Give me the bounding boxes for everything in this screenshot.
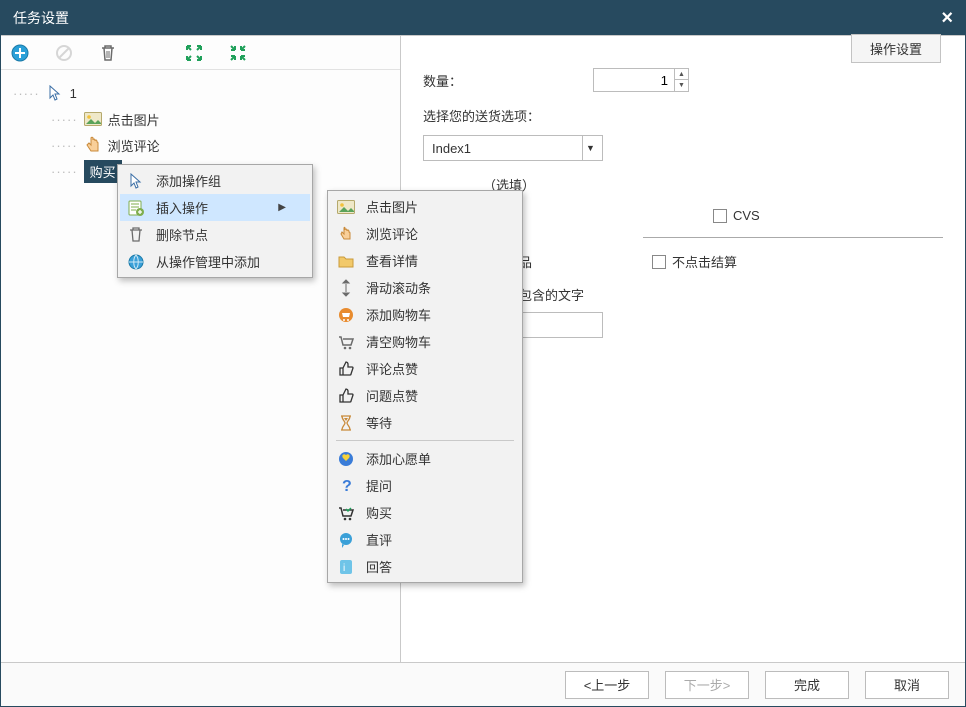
row-ship-label: 选择您的送货选项： bbox=[423, 106, 943, 125]
ctx-add-from-manager[interactable]: 从操作管理中添加 bbox=[120, 248, 310, 275]
dialog-title: 任务设置 bbox=[13, 8, 69, 28]
tree-toolbar bbox=[1, 36, 400, 70]
insert-submenu: 点击图片 浏览评论 查看详情 滑动滚动条 bbox=[327, 190, 523, 583]
cancel-button[interactable]: 取消 bbox=[865, 671, 949, 699]
wishlist-icon bbox=[336, 449, 356, 469]
close-icon[interactable]: × bbox=[941, 7, 953, 30]
ctx-delete-node[interactable]: 删除节点 bbox=[120, 221, 310, 248]
settings-tab[interactable]: 操作设置 bbox=[851, 34, 941, 63]
ship-value: Index1 bbox=[432, 141, 471, 156]
globe-icon bbox=[126, 252, 146, 272]
hand-icon bbox=[84, 136, 102, 154]
qty-label: 数量： bbox=[423, 71, 583, 90]
row-qty: 数量： ▲ ▼ bbox=[423, 68, 943, 92]
dialog-footer: <上一步 下一步> 完成 取消 bbox=[1, 662, 965, 706]
cursor-icon bbox=[126, 171, 146, 191]
left-pane: ····· 1 ····· 点击图片 ····· bbox=[1, 36, 401, 662]
forbid-icon bbox=[55, 44, 73, 62]
checkbox-icon bbox=[713, 209, 727, 223]
forbid-button bbox=[53, 42, 75, 64]
cart-icon bbox=[336, 332, 356, 352]
op-view-reviews[interactable]: 浏览评论 bbox=[330, 220, 520, 247]
op-add-cart[interactable]: 添加购物车 bbox=[330, 301, 520, 328]
add-button[interactable] bbox=[9, 42, 31, 64]
task-settings-dialog: 任务设置 × bbox=[0, 0, 966, 707]
scroll-icon bbox=[336, 278, 356, 298]
hand-icon bbox=[336, 224, 356, 244]
tree-item-view-reviews[interactable]: ····· 浏览评论 bbox=[9, 132, 392, 158]
op-buy[interactable]: 购买 bbox=[330, 499, 520, 526]
thumb-up-icon bbox=[336, 359, 356, 379]
qty-input[interactable] bbox=[594, 69, 674, 91]
op-add-wishlist[interactable]: 添加心愿单 bbox=[330, 445, 520, 472]
cvs-checkbox[interactable]: CVS bbox=[713, 208, 760, 223]
no-checkout-checkbox[interactable]: 不点击结算 bbox=[652, 252, 737, 271]
chevron-down-icon: ▼ bbox=[582, 136, 598, 160]
doc-plus-icon bbox=[126, 198, 146, 218]
thumb-up-icon bbox=[336, 386, 356, 406]
op-direct-review[interactable]: 直评 bbox=[330, 526, 520, 553]
spin-down-icon[interactable]: ▼ bbox=[675, 80, 688, 91]
dialog-body: ····· 1 ····· 点击图片 ····· bbox=[1, 35, 965, 662]
context-menu: 添加操作组 插入操作 ▶ 删除节点 从操作管理中添加 bbox=[117, 164, 313, 278]
action-tree: ····· 1 ····· 点击图片 ····· bbox=[1, 70, 400, 662]
chat-icon bbox=[336, 530, 356, 550]
spin-up-icon[interactable]: ▲ bbox=[675, 69, 688, 80]
next-button: 下一步> bbox=[665, 671, 749, 699]
ctx-add-group[interactable]: 添加操作组 bbox=[120, 167, 310, 194]
trash-icon bbox=[126, 225, 146, 245]
op-click-image[interactable]: 点击图片 bbox=[330, 193, 520, 220]
picture-icon bbox=[84, 110, 102, 128]
ctx-insert-op[interactable]: 插入操作 ▶ bbox=[120, 194, 310, 221]
cursor-icon bbox=[46, 84, 64, 102]
collapse-button[interactable] bbox=[227, 42, 249, 64]
tree-root[interactable]: ····· 1 bbox=[9, 80, 392, 106]
separator bbox=[643, 237, 943, 238]
cart-buy-icon bbox=[336, 503, 356, 523]
op-like-question[interactable]: 问题点赞 bbox=[330, 382, 520, 409]
expand-button[interactable] bbox=[183, 42, 205, 64]
ship-select[interactable]: Index1 ▼ bbox=[423, 135, 603, 161]
row-ship-select: Index1 ▼ bbox=[423, 135, 943, 161]
done-button[interactable]: 完成 bbox=[765, 671, 849, 699]
plus-circle-icon bbox=[11, 44, 29, 62]
op-view-detail[interactable]: 查看详情 bbox=[330, 247, 520, 274]
op-clear-cart[interactable]: 清空购物车 bbox=[330, 328, 520, 355]
picture-icon bbox=[336, 197, 356, 217]
titlebar: 任务设置 × bbox=[1, 1, 965, 35]
answer-icon: i bbox=[336, 557, 356, 577]
tree-item-click-image[interactable]: ····· 点击图片 bbox=[9, 106, 392, 132]
chevron-right-icon: ▶ bbox=[278, 202, 286, 213]
trash-icon bbox=[100, 44, 116, 62]
cart-add-icon bbox=[336, 305, 356, 325]
checkbox-icon bbox=[652, 255, 666, 269]
op-wait[interactable]: 等待 bbox=[330, 409, 520, 436]
expand-icon bbox=[185, 44, 203, 62]
question-icon: ? bbox=[336, 476, 356, 496]
hourglass-icon bbox=[336, 413, 356, 433]
svg-text:?: ? bbox=[342, 478, 352, 495]
collapse-icon bbox=[229, 44, 247, 62]
op-like-review[interactable]: 评论点赞 bbox=[330, 355, 520, 382]
op-answer[interactable]: i 回答 bbox=[330, 553, 520, 580]
folder-icon bbox=[336, 251, 356, 271]
svg-text:i: i bbox=[343, 563, 345, 574]
ship-label: 选择您的送货选项： bbox=[423, 106, 540, 125]
op-scroll[interactable]: 滑动滚动条 bbox=[330, 274, 520, 301]
delete-button[interactable] bbox=[97, 42, 119, 64]
prev-button[interactable]: <上一步 bbox=[565, 671, 649, 699]
op-ask[interactable]: ? 提问 bbox=[330, 472, 520, 499]
qty-spinbox[interactable]: ▲ ▼ bbox=[593, 68, 689, 92]
menu-separator bbox=[336, 440, 514, 441]
